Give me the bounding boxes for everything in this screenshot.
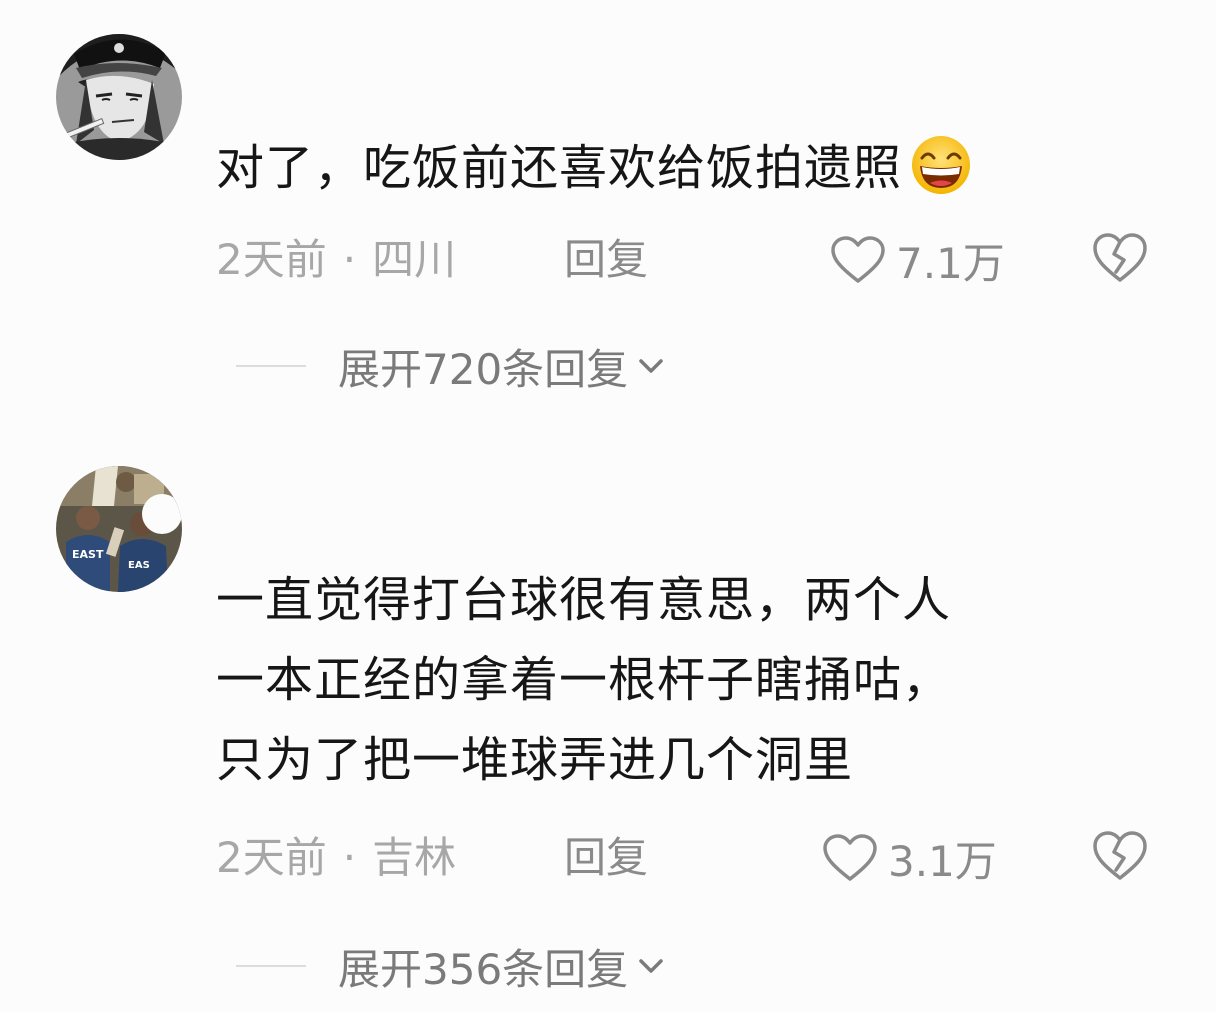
- grinning-squint-emoji-icon: [904, 134, 978, 220]
- user-avatar[interactable]: EAST EAS: [56, 466, 182, 592]
- meta-separator: ·: [342, 833, 357, 882]
- comment-meta: 2天前 · 四川 回复 7.1万: [216, 230, 1216, 290]
- ip-location: 四川: [372, 235, 457, 284]
- broken-heart-icon: [1093, 233, 1147, 282]
- like-count: 3.1万: [888, 836, 997, 886]
- like-count: 7.1万: [896, 238, 1005, 288]
- like-button[interactable]: 3.1万: [822, 828, 997, 888]
- post-time: 2天前: [216, 235, 327, 284]
- comment-text: 对了，吃饭前还喜欢给饭拍遗照: [216, 128, 1176, 220]
- heart-icon: [831, 236, 885, 283]
- broken-heart-icon: [1093, 831, 1147, 880]
- meta-time-location: 2天前 · 吉林: [216, 828, 456, 888]
- comment-body: 一直觉得打台球很有意思，两个人 一本正经的拿着一根杆子瞎捅咕， 只为了把一堆球弄…: [216, 572, 952, 788]
- svg-text:EAST: EAST: [72, 548, 104, 561]
- post-time: 2天前: [216, 833, 327, 882]
- ip-location: 吉林: [372, 833, 457, 882]
- expand-replies-label: 展开720条回复: [338, 344, 629, 394]
- reply-button[interactable]: 回复: [564, 828, 648, 888]
- svg-text:EAS: EAS: [128, 560, 150, 571]
- comment-body: 对了，吃饭前还喜欢给饭拍遗照: [216, 140, 903, 196]
- meta-time-location: 2天前 · 四川: [216, 230, 456, 290]
- like-button[interactable]: 7.1万: [830, 230, 1005, 290]
- basketball-players-avatar-icon: EAST EAS: [56, 466, 182, 592]
- comment-meta: 2天前 · 吉林 回复 3.1万: [216, 828, 1216, 888]
- expand-replies-button[interactable]: 展开720条回复: [236, 336, 666, 396]
- anime-boy-avatar-icon: [56, 34, 182, 160]
- comment-text: 一直觉得打台球很有意思，两个人 一本正经的拿着一根杆子瞎捅咕， 只为了把一堆球弄…: [216, 560, 1176, 800]
- divider-line: [236, 965, 306, 967]
- meta-separator: ·: [342, 235, 357, 284]
- expand-replies-label: 展开356条回复: [338, 944, 629, 994]
- reply-button[interactable]: 回复: [564, 230, 648, 290]
- heart-icon: [823, 834, 877, 881]
- chevron-down-icon: [639, 359, 663, 373]
- dislike-button[interactable]: [1092, 830, 1148, 892]
- comment-list: 对了，吃饭前还喜欢给饭拍遗照 2天前 · 四川 回复 7.1万 展开720条回复: [0, 0, 1216, 1012]
- dislike-button[interactable]: [1092, 232, 1148, 294]
- chevron-down-icon: [639, 959, 663, 973]
- expand-replies-button[interactable]: 展开356条回复: [236, 936, 666, 996]
- divider-line: [236, 365, 306, 367]
- user-avatar[interactable]: [56, 34, 182, 160]
